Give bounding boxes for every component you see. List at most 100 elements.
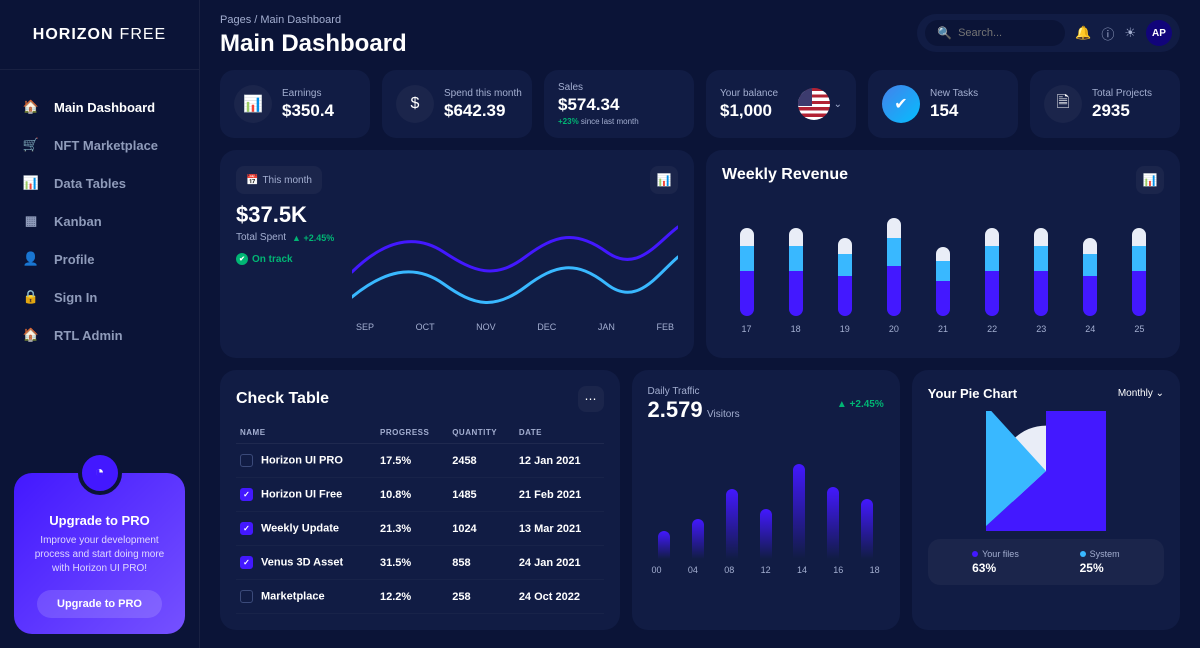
checkbox[interactable] xyxy=(240,590,253,603)
user-icon: 👤 xyxy=(22,251,40,267)
spent-value: $37.5K xyxy=(236,202,340,228)
bars-icon: 📊 xyxy=(1143,173,1158,187)
chevron-down-icon[interactable]: ⌄ xyxy=(834,99,842,110)
check-table-card: Check Table ⋯ NAMEPROGRESSQUANTITYDATE H… xyxy=(220,370,620,630)
bar: 22 xyxy=(985,228,999,334)
more-button[interactable]: ⋯ xyxy=(578,386,604,412)
bar xyxy=(692,519,704,559)
pie-chart-card: Your Pie Chart Monthly ⌄ Your files63%Sy… xyxy=(912,370,1180,630)
sidebar-item-rtl-admin[interactable]: 🏠 RTL Admin xyxy=(0,316,199,354)
upgrade-icon: ◔ xyxy=(78,451,122,495)
table-row[interactable]: ✓Venus 3D Asset31.5%85824 Jan 2021 xyxy=(236,546,604,580)
upgrade-desc: Improve your development process and sta… xyxy=(28,534,171,576)
check-icon: ✔ xyxy=(882,85,920,123)
weekly-title: Weekly Revenue xyxy=(722,166,848,184)
home-icon: 🏠 xyxy=(22,327,40,343)
table-title: Check Table xyxy=(236,390,329,408)
dollar-icon: $ xyxy=(396,85,434,123)
chevron-down-icon: ⌄ xyxy=(1156,388,1164,399)
table-row[interactable]: Marketplace12.2%25824 Oct 2022 xyxy=(236,580,604,614)
bar: 21 xyxy=(936,247,950,334)
bars-icon: 📊 xyxy=(22,175,40,191)
copy-icon: 🗎 xyxy=(1044,85,1082,123)
nav: 🏠 Main Dashboard 🛒 NFT Marketplace 📊 Data Tab… xyxy=(0,70,199,473)
bar xyxy=(827,487,839,559)
legend-item: Your files63% xyxy=(972,549,1019,575)
cart-icon: 🛒 xyxy=(22,137,40,153)
legend-item: System25% xyxy=(1080,549,1120,575)
sidebar-item-label: Profile xyxy=(54,252,94,267)
sidebar-item-label: Main Dashboard xyxy=(54,100,155,115)
bar: 20 xyxy=(887,218,901,334)
bar xyxy=(658,531,670,559)
bell-icon[interactable]: 🔔 xyxy=(1075,25,1091,41)
sidebar-item-nft-marketplace[interactable]: 🛒 NFT Marketplace xyxy=(0,126,199,164)
stat-your-balance: Your balance$1,000⌄ xyxy=(706,70,856,138)
avatar[interactable]: AP xyxy=(1146,20,1172,46)
sidebar-item-label: Data Tables xyxy=(54,176,126,191)
stat-total-projects: 🗎Total Projects2935 xyxy=(1030,70,1180,138)
theme-icon[interactable]: ☀ xyxy=(1124,25,1136,41)
lock-icon: 🔒 xyxy=(22,289,40,305)
total-spent-card: 📅This month 📊 $37.5K Total Spent▲ +2.45%… xyxy=(220,150,694,358)
sidebar-item-profile[interactable]: 👤 Profile xyxy=(0,240,199,278)
bar xyxy=(793,464,805,559)
bar xyxy=(861,499,873,559)
checkbox[interactable] xyxy=(240,454,253,467)
bar xyxy=(726,489,738,559)
info-icon[interactable]: ⓘ xyxy=(1101,24,1114,43)
chart-icon-button[interactable]: 📊 xyxy=(650,166,678,194)
main: Pages / Main Dashboard Main Dashboard 🔍 … xyxy=(200,0,1200,648)
stats-row: 📊Earnings$350.4$Spend this month$642.39S… xyxy=(220,70,1180,138)
table-row[interactable]: ✓Weekly Update21.3%102413 Mar 2021 xyxy=(236,512,604,546)
flag-us-icon xyxy=(798,88,830,120)
grid-icon: ▦ xyxy=(22,213,40,229)
sidebar-item-label: NFT Marketplace xyxy=(54,138,158,153)
brand-logo: HORIZONFREE xyxy=(0,0,199,70)
upgrade-card: ◔ Upgrade to PRO Improve your developmen… xyxy=(14,473,185,634)
sidebar-item-label: Kanban xyxy=(54,214,102,229)
upgrade-button[interactable]: Upgrade to PRO xyxy=(37,590,162,618)
sidebar-item-label: RTL Admin xyxy=(54,328,123,343)
stat-sales: Sales$574.34+23% since last month xyxy=(544,70,694,138)
calendar-icon: 📅 xyxy=(246,175,258,186)
sidebar-item-label: Sign In xyxy=(54,290,97,305)
search-box[interactable]: 🔍 xyxy=(925,20,1065,46)
range-select[interactable]: Monthly ⌄ xyxy=(1118,388,1164,399)
bar: 17 xyxy=(740,228,754,334)
this-month-pill[interactable]: 📅This month xyxy=(236,166,322,194)
sidebar-item-data-tables[interactable]: 📊 Data Tables xyxy=(0,164,199,202)
bar: 24 xyxy=(1083,238,1097,334)
checkbox[interactable]: ✓ xyxy=(240,556,253,569)
stat-earnings: 📊Earnings$350.4 xyxy=(220,70,370,138)
bar: 18 xyxy=(789,228,803,334)
table-row[interactable]: ✓Horizon UI Free10.8%148521 Feb 2021 xyxy=(236,478,604,512)
weekly-revenue-card: Weekly Revenue 📊 171819202122232425 xyxy=(706,150,1180,358)
bar xyxy=(760,509,772,559)
search-icon: 🔍 xyxy=(937,26,952,40)
bars-icon: 📊 xyxy=(234,85,272,123)
checkbox[interactable]: ✓ xyxy=(240,488,253,501)
checkbox[interactable]: ✓ xyxy=(240,522,253,535)
bar: 19 xyxy=(838,238,852,334)
topbar: Pages / Main Dashboard Main Dashboard 🔍 … xyxy=(220,14,1180,58)
table-row[interactable]: Horizon UI PRO17.5%245812 Jan 2021 xyxy=(236,444,604,478)
sidebar-item-kanban[interactable]: ▦ Kanban xyxy=(0,202,199,240)
sidebar-item-main-dashboard[interactable]: 🏠 Main Dashboard xyxy=(0,88,199,126)
search-input[interactable] xyxy=(958,27,1053,39)
topbar-right: 🔍 🔔 ⓘ ☀ AP xyxy=(917,14,1180,52)
stat-new-tasks: ✔New Tasks154 xyxy=(868,70,1018,138)
line-chart: SEPOCTNOVDECJANFEB xyxy=(352,202,678,342)
breadcrumb[interactable]: Pages / Main Dashboard xyxy=(220,14,407,26)
pie-chart xyxy=(986,411,1106,531)
check-table: NAMEPROGRESSQUANTITYDATE Horizon UI PRO1… xyxy=(236,422,604,614)
bar: 23 xyxy=(1034,228,1048,334)
sidebar-item-sign-in[interactable]: 🔒 Sign In xyxy=(0,278,199,316)
daily-traffic-card: Daily Traffic 2.579 Visitors ▲ +2.45% 00… xyxy=(632,370,900,630)
sidebar: HORIZONFREE 🏠 Main Dashboard 🛒 NFT Marketpl… xyxy=(0,0,200,648)
upgrade-title: Upgrade to PRO xyxy=(28,513,171,528)
page-title: Main Dashboard xyxy=(220,30,407,58)
on-track-badge: On track xyxy=(236,253,340,265)
chart-icon-button[interactable]: 📊 xyxy=(1136,166,1164,194)
home-icon: 🏠 xyxy=(22,99,40,115)
